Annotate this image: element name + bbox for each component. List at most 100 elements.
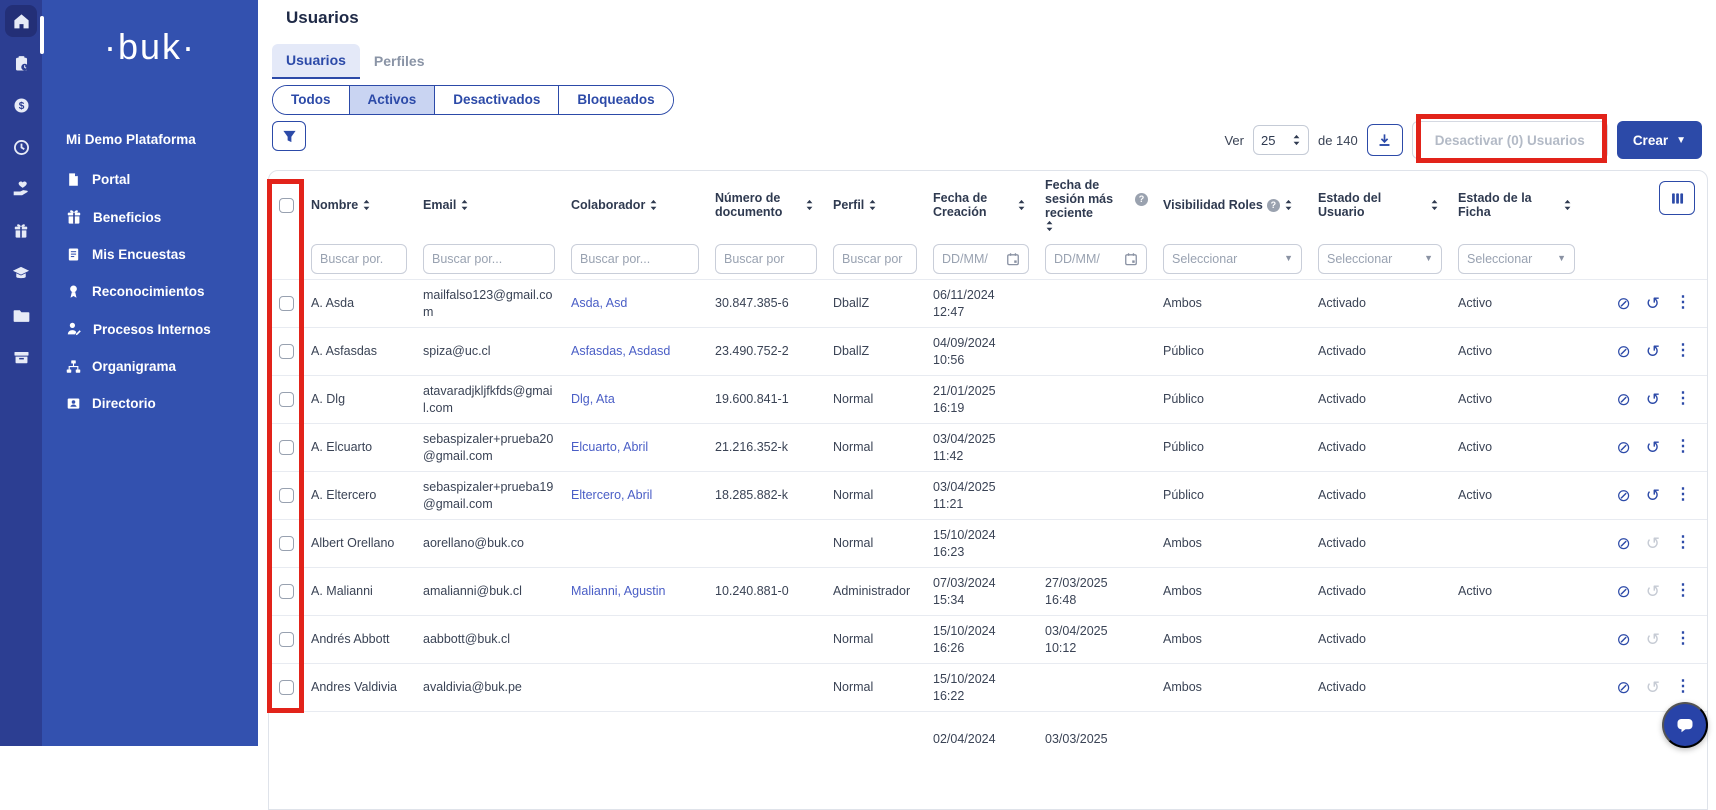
- status-filter-desactivados[interactable]: Desactivados: [435, 86, 559, 114]
- sidebar-item-reconocimientos[interactable]: Reconocimientos: [42, 273, 258, 310]
- sort-icon[interactable]: [1430, 199, 1439, 211]
- rail-item-archive[interactable]: [0, 336, 42, 378]
- select-estado-de-la-ficha[interactable]: Seleccionar▼: [1458, 244, 1575, 274]
- rail-item-gift[interactable]: [0, 210, 42, 252]
- download-button[interactable]: [1367, 124, 1403, 156]
- sidebar-item-mis-encuestas[interactable]: Mis Encuestas: [42, 236, 258, 273]
- row-checkbox[interactable]: [279, 344, 294, 359]
- select-estado-del-usuario[interactable]: Seleccionar▼: [1318, 244, 1442, 274]
- rail-item-graduation[interactable]: [0, 252, 42, 294]
- sidebar-item-directorio[interactable]: Directorio: [42, 385, 258, 422]
- sort-icon[interactable]: [649, 199, 658, 211]
- reset-password-icon[interactable]: ↺: [1646, 343, 1660, 360]
- select-visibilidad-roles[interactable]: Seleccionar▼: [1163, 244, 1302, 274]
- block-user-icon[interactable]: ⊘: [1617, 583, 1631, 600]
- block-user-icon[interactable]: ⊘: [1617, 439, 1631, 456]
- rail-item-clipboard-clock[interactable]: [0, 42, 42, 84]
- cell-nombre: A. Asfasdas: [303, 343, 415, 359]
- cell-colaborador[interactable]: Eltercero, Abril: [563, 487, 707, 503]
- sidebar-item-beneficios[interactable]: Beneficios: [42, 198, 258, 236]
- sidebar-item-portal[interactable]: Portal: [42, 161, 258, 198]
- create-button[interactable]: Crear ▼: [1617, 121, 1702, 159]
- reset-password-icon[interactable]: ↺: [1646, 487, 1660, 504]
- row-checkbox[interactable]: [279, 584, 294, 599]
- tab-perfiles[interactable]: Perfiles: [360, 44, 439, 79]
- status-filter-bloqueados[interactable]: Bloqueados: [559, 86, 672, 114]
- search-input-numero-de-documento[interactable]: [715, 244, 817, 274]
- rail-item-home[interactable]: [0, 0, 42, 42]
- row-checkbox[interactable]: [279, 680, 294, 695]
- cell-perfil: Normal: [825, 631, 925, 647]
- block-user-icon[interactable]: ⊘: [1617, 535, 1631, 552]
- search-input-nombre[interactable]: [311, 244, 407, 274]
- sort-icon[interactable]: [1017, 199, 1026, 211]
- date-value: 21/01/2025: [933, 383, 1029, 399]
- cell-colaborador[interactable]: Malianni, Agustin: [563, 583, 707, 599]
- sort-icon[interactable]: [1563, 199, 1572, 211]
- table-toolbar: Ver 25 de 140 Desactivar (0) Usuarios Cr…: [1224, 121, 1702, 159]
- status-filter-activos[interactable]: Activos: [350, 86, 436, 114]
- tab-usuarios[interactable]: Usuarios: [272, 44, 360, 79]
- id-card-icon: [66, 396, 81, 411]
- sort-icon[interactable]: [1045, 220, 1054, 232]
- search-input-email[interactable]: [423, 244, 555, 274]
- page-size-select[interactable]: 25: [1253, 125, 1309, 155]
- cell-colaborador[interactable]: Elcuarto, Abril: [563, 439, 707, 455]
- row-checkbox[interactable]: [279, 536, 294, 551]
- rail-item-clock[interactable]: [0, 126, 42, 168]
- block-user-icon[interactable]: ⊘: [1617, 343, 1631, 360]
- kebab-menu-icon[interactable]: ⋮: [1675, 341, 1691, 362]
- sort-icon[interactable]: [1284, 199, 1293, 211]
- sidebar-item-procesos-internos[interactable]: Procesos Internos: [42, 310, 258, 348]
- reset-password-icon[interactable]: ↺: [1646, 295, 1660, 312]
- sidebar-item-organigrama[interactable]: Organigrama: [42, 348, 258, 385]
- kebab-menu-icon[interactable]: ⋮: [1675, 677, 1691, 698]
- chat-widget-button[interactable]: [1662, 702, 1708, 748]
- block-user-icon[interactable]: ⊘: [1617, 295, 1631, 312]
- status-filter-todos[interactable]: Todos: [273, 86, 350, 114]
- kebab-menu-icon[interactable]: ⋮: [1675, 389, 1691, 410]
- column-header-email: Email: [415, 198, 563, 212]
- block-user-icon[interactable]: ⊘: [1617, 679, 1631, 696]
- cell-colaborador[interactable]: Asfasdas, Asdasd: [563, 343, 707, 359]
- row-checkbox[interactable]: [279, 392, 294, 407]
- date-input-fecha-de-creacion[interactable]: DD/MM/: [933, 244, 1029, 274]
- block-user-icon[interactable]: ⊘: [1617, 487, 1631, 504]
- sort-icon[interactable]: [460, 199, 469, 211]
- date-value: 06/11/2024: [933, 287, 1029, 303]
- cell-colaborador[interactable]: Asda, Asd: [563, 295, 707, 311]
- row-checkbox[interactable]: [279, 632, 294, 647]
- column-header-visibilidad-roles: Visibilidad Roles?: [1155, 198, 1310, 212]
- date-input-fecha-de-sesion-mas-reciente[interactable]: DD/MM/: [1045, 244, 1147, 274]
- deactivate-users-button[interactable]: Desactivar (0) Usuarios: [1412, 121, 1608, 159]
- filter-button[interactable]: [272, 121, 306, 151]
- column-header-label: Colaborador: [571, 198, 645, 212]
- date-value: 03/03/2025: [1045, 731, 1147, 747]
- kebab-menu-icon[interactable]: ⋮: [1675, 437, 1691, 458]
- gift-icon: [13, 223, 29, 239]
- kebab-menu-icon[interactable]: ⋮: [1675, 293, 1691, 314]
- select-placeholder: Seleccionar: [1172, 251, 1237, 267]
- row-checkbox[interactable]: [279, 440, 294, 455]
- sort-icon[interactable]: [362, 199, 371, 211]
- block-user-icon[interactable]: ⊘: [1617, 391, 1631, 408]
- search-input-colaborador[interactable]: [571, 244, 699, 274]
- row-checkbox[interactable]: [279, 488, 294, 503]
- block-user-icon[interactable]: ⊘: [1617, 631, 1631, 648]
- kebab-menu-icon[interactable]: ⋮: [1675, 581, 1691, 602]
- column-settings-button[interactable]: [1659, 181, 1695, 215]
- rail-item-hand-heart[interactable]: [0, 168, 42, 210]
- search-input-perfil[interactable]: [833, 244, 917, 274]
- sort-icon[interactable]: [805, 199, 814, 211]
- kebab-menu-icon[interactable]: ⋮: [1675, 629, 1691, 650]
- row-checkbox[interactable]: [279, 296, 294, 311]
- kebab-menu-icon[interactable]: ⋮: [1675, 485, 1691, 506]
- cell-colaborador[interactable]: Dlg, Ata: [563, 391, 707, 407]
- rail-item-money[interactable]: $: [0, 84, 42, 126]
- reset-password-icon[interactable]: ↺: [1646, 439, 1660, 456]
- select-all-checkbox[interactable]: [279, 198, 294, 213]
- sort-icon[interactable]: [868, 199, 877, 211]
- reset-password-icon[interactable]: ↺: [1646, 391, 1660, 408]
- kebab-menu-icon[interactable]: ⋮: [1675, 533, 1691, 554]
- rail-item-folder[interactable]: [0, 294, 42, 336]
